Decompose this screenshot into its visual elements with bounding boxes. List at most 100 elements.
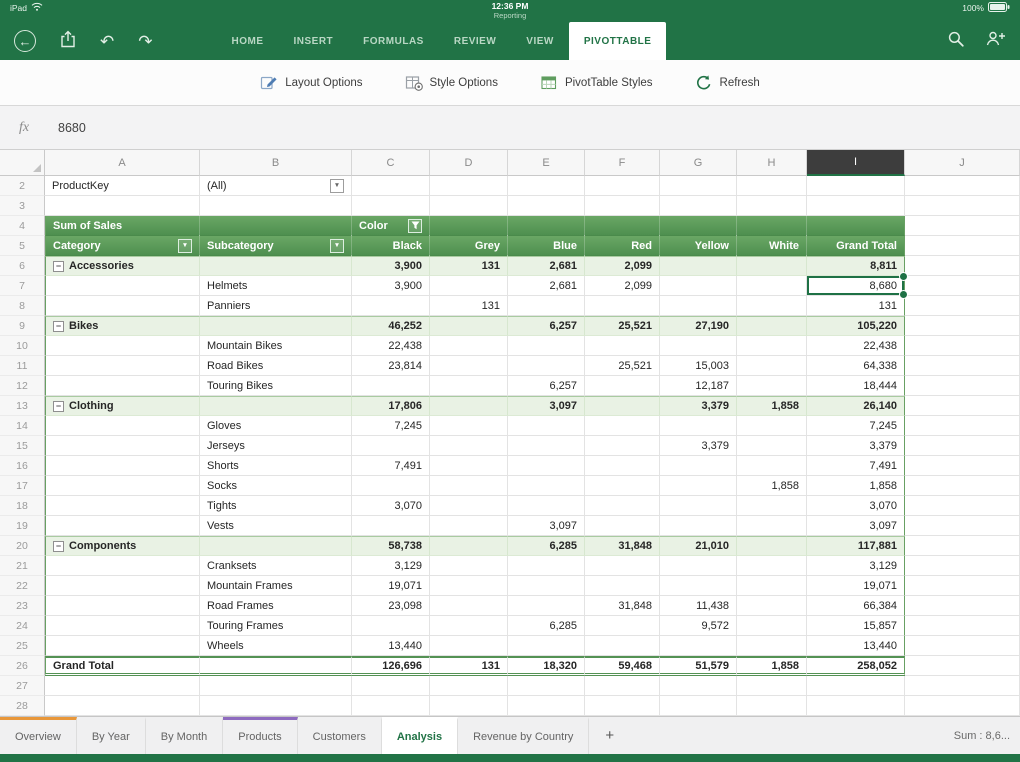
cell-A27[interactable] <box>45 676 200 696</box>
cell-B7[interactable]: Helmets <box>200 276 352 296</box>
row-header-11[interactable]: 11 <box>0 356 45 376</box>
cell-B27[interactable] <box>200 676 352 696</box>
cell-J11[interactable] <box>905 356 1020 376</box>
cell-J19[interactable] <box>905 516 1020 536</box>
search-button[interactable] <box>947 30 965 53</box>
cell-H11[interactable] <box>737 356 807 376</box>
cell-E19[interactable]: 3,097 <box>508 516 585 536</box>
collapse-icon[interactable]: − <box>53 400 64 412</box>
cell-B13[interactable] <box>200 396 352 416</box>
cell-H4[interactable] <box>737 216 807 236</box>
cell-C3[interactable] <box>352 196 430 216</box>
cell-G21[interactable] <box>660 556 737 576</box>
cell-G16[interactable] <box>660 456 737 476</box>
cell-A10[interactable] <box>45 336 200 356</box>
cell-H22[interactable] <box>737 576 807 596</box>
cell-H6[interactable] <box>737 256 807 276</box>
cell-B19[interactable]: Vests <box>200 516 352 536</box>
cell-H7[interactable] <box>737 276 807 296</box>
cell-F19[interactable] <box>585 516 660 536</box>
cell-G12[interactable]: 12,187 <box>660 376 737 396</box>
ribbon-tab-formulas[interactable]: FORMULAS <box>348 22 439 60</box>
cell-C10[interactable]: 22,438 <box>352 336 430 356</box>
cell-A13[interactable]: − Clothing <box>45 396 200 416</box>
cell-D27[interactable] <box>430 676 508 696</box>
cell-C9[interactable]: 46,252 <box>352 316 430 336</box>
cell-G3[interactable] <box>660 196 737 216</box>
cell-G22[interactable] <box>660 576 737 596</box>
cell-B3[interactable] <box>200 196 352 216</box>
cell-F27[interactable] <box>585 676 660 696</box>
cell-H16[interactable] <box>737 456 807 476</box>
cell-F28[interactable] <box>585 696 660 716</box>
cell-J7[interactable] <box>905 276 1020 296</box>
cell-B16[interactable]: Shorts <box>200 456 352 476</box>
cell-A24[interactable] <box>45 616 200 636</box>
cell-G7[interactable] <box>660 276 737 296</box>
cell-H15[interactable] <box>737 436 807 456</box>
cell-G20[interactable]: 21,010 <box>660 536 737 556</box>
cell-I2[interactable] <box>807 176 905 196</box>
filter-icon[interactable] <box>408 218 422 233</box>
cell-B18[interactable]: Tights <box>200 496 352 516</box>
sheet-tab-products[interactable]: Products <box>223 717 298 754</box>
cell-C19[interactable] <box>352 516 430 536</box>
row-header-2[interactable]: 2 <box>0 176 45 196</box>
row-header-4[interactable]: 4 <box>0 216 45 236</box>
cell-J23[interactable] <box>905 596 1020 616</box>
row-header-26[interactable]: 26 <box>0 656 45 676</box>
row-header-19[interactable]: 19 <box>0 516 45 536</box>
row-header-18[interactable]: 18 <box>0 496 45 516</box>
cell-E24[interactable]: 6,285 <box>508 616 585 636</box>
cell-I3[interactable] <box>807 196 905 216</box>
cell-D26[interactable]: 131 <box>430 656 508 676</box>
cell-J26[interactable] <box>905 656 1020 676</box>
redo-button[interactable]: ↷ <box>138 33 152 50</box>
cell-F3[interactable] <box>585 196 660 216</box>
cell-A11[interactable] <box>45 356 200 376</box>
cell-J2[interactable] <box>905 176 1020 196</box>
cell-I11[interactable]: 64,338 <box>807 356 905 376</box>
cell-E27[interactable] <box>508 676 585 696</box>
cell-B12[interactable]: Touring Bikes <box>200 376 352 396</box>
cell-E21[interactable] <box>508 556 585 576</box>
cell-D25[interactable] <box>430 636 508 656</box>
cell-J6[interactable] <box>905 256 1020 276</box>
cell-D17[interactable] <box>430 476 508 496</box>
row-header-17[interactable]: 17 <box>0 476 45 496</box>
cell-G6[interactable] <box>660 256 737 276</box>
ribbon-tab-home[interactable]: HOME <box>217 22 279 60</box>
pivottable-styles-button[interactable]: PivotTable Styles <box>540 74 653 92</box>
cell-D6[interactable]: 131 <box>430 256 508 276</box>
cell-D16[interactable] <box>430 456 508 476</box>
row-header-28[interactable]: 28 <box>0 696 45 716</box>
cell-J4[interactable] <box>905 216 1020 236</box>
cell-I6[interactable]: 8,811 <box>807 256 905 276</box>
cell-D23[interactable] <box>430 596 508 616</box>
cell-B24[interactable]: Touring Frames <box>200 616 352 636</box>
cell-D21[interactable] <box>430 556 508 576</box>
row-header-24[interactable]: 24 <box>0 616 45 636</box>
row-header-25[interactable]: 25 <box>0 636 45 656</box>
cell-E4[interactable] <box>508 216 585 236</box>
cell-A16[interactable] <box>45 456 200 476</box>
cell-G24[interactable]: 9,572 <box>660 616 737 636</box>
cell-B14[interactable]: Gloves <box>200 416 352 436</box>
cell-E5[interactable]: Blue <box>508 236 585 256</box>
sheet-tab-overview[interactable]: Overview <box>0 717 77 754</box>
cell-G10[interactable] <box>660 336 737 356</box>
row-header-9[interactable]: 9 <box>0 316 45 336</box>
cell-B21[interactable]: Cranksets <box>200 556 352 576</box>
sheet-tab-revenue-by-country[interactable]: Revenue by Country <box>458 717 590 754</box>
cell-E23[interactable] <box>508 596 585 616</box>
sheet-tab-by-month[interactable]: By Month <box>146 717 224 754</box>
cell-F11[interactable]: 25,521 <box>585 356 660 376</box>
cell-B17[interactable]: Socks <box>200 476 352 496</box>
cell-C24[interactable] <box>352 616 430 636</box>
cell-G25[interactable] <box>660 636 737 656</box>
cell-G11[interactable]: 15,003 <box>660 356 737 376</box>
cell-B8[interactable]: Panniers <box>200 296 352 316</box>
cell-I18[interactable]: 3,070 <box>807 496 905 516</box>
cell-B23[interactable]: Road Frames <box>200 596 352 616</box>
cell-H18[interactable] <box>737 496 807 516</box>
